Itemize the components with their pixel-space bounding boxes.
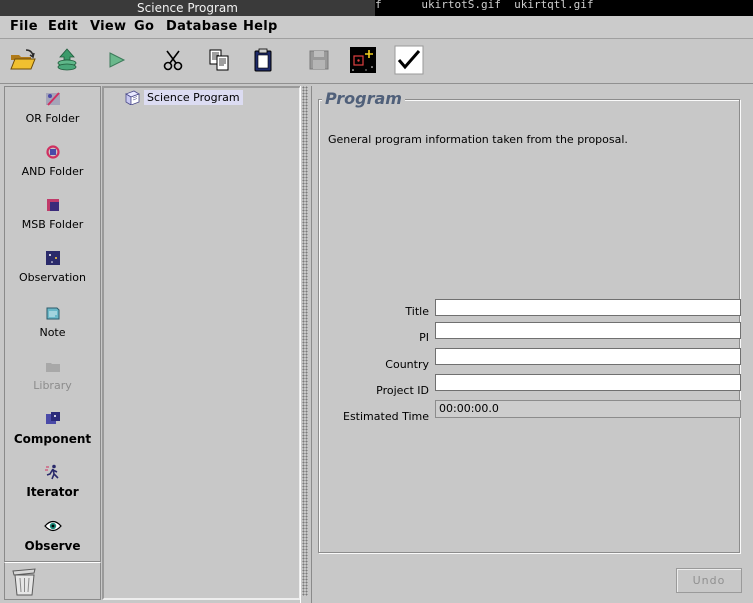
cut-button[interactable] [158,45,188,75]
arrow-right-icon [109,52,126,68]
estimated-time-value: 00:00:00.0 [435,400,741,418]
project-id-input[interactable] [436,375,740,390]
toolbar [0,39,753,84]
palette-msb-folder[interactable]: MSB Folder [5,196,100,231]
palette-label: Note [39,326,66,339]
country-label: Country [385,358,429,371]
title-field[interactable] [435,299,741,316]
palette-label: AND Folder [21,165,84,178]
science-program-icon [125,90,140,105]
title-label: Title [405,305,429,318]
save-disk-icon [309,50,329,70]
title-input[interactable] [436,300,740,315]
open-button[interactable] [8,45,38,75]
trash-can[interactable] [4,562,101,600]
palette-note[interactable]: Note [5,304,100,339]
palette-observe[interactable]: Observe [5,517,100,553]
estimated-time-label: Estimated Time [343,410,429,423]
country-field[interactable] [435,348,741,365]
paste-button[interactable] [248,45,278,75]
palette-library[interactable]: Library [5,357,100,392]
target-add-icon [350,47,376,73]
science-program-window: Science Program File Edit View Go Databa… [0,0,753,603]
save-button[interactable] [304,45,334,75]
menu-bar: File Edit View Go Database Help [0,16,753,39]
undo-button[interactable]: Undo [676,568,742,593]
menu-edit[interactable]: Edit [48,19,78,34]
palette-label: OR Folder [25,112,80,125]
splitter-grip[interactable] [302,86,308,596]
validate-button[interactable] [394,45,424,75]
project-id-label: Project ID [376,384,429,397]
add-target-button[interactable] [348,45,378,75]
component-icon [45,412,60,424]
window-title: Science Program [0,0,375,16]
palette-observation[interactable]: Observation [5,249,100,284]
menu-database[interactable]: Database [166,19,238,34]
program-tree[interactable]: Science Program [102,86,301,600]
palette-label: Component [13,432,92,446]
menu-help[interactable]: Help [243,19,278,34]
palette-label: Observe [24,539,81,553]
palette-label: MSB Folder [21,218,84,231]
eye-icon [43,520,62,532]
iterator-icon [44,464,59,480]
group-title: Program [322,90,405,108]
menu-go[interactable]: Go [134,19,154,34]
move-up-button[interactable] [52,45,82,75]
palette-iterator[interactable]: Iterator [5,463,100,499]
scissors-icon [163,50,183,71]
menu-file[interactable]: File [10,19,38,34]
copy-icon [209,49,229,71]
palette-component[interactable]: Component [5,410,100,446]
library-icon [45,363,60,372]
checkmark-icon [394,45,424,75]
palette-label: Observation [19,271,86,284]
paste-icon [254,48,272,72]
program-editor: Program General program information take… [312,86,753,603]
tree-node-label: Science Program [144,90,243,105]
or-folder-icon [45,92,60,106]
window-frame: File Edit View Go Database Help OR Folde… [0,16,753,603]
component-palette: OR Folder AND Folder MSB Folder Observat… [4,86,101,562]
and-folder-icon [45,145,60,159]
program-group: Program General program information take… [318,90,741,553]
project-id-field[interactable] [435,374,741,391]
palette-or-folder[interactable]: OR Folder [5,90,100,125]
msb-folder-icon [46,199,59,211]
country-input[interactable] [436,349,740,364]
copy-button[interactable] [204,45,234,75]
note-icon [46,307,59,320]
program-description: General program information taken from t… [328,133,628,146]
move-forward-button[interactable] [102,45,132,75]
pi-label: PI [419,331,429,344]
trash-icon [12,568,36,596]
open-folder-icon [10,49,36,70]
palette-label: Library [33,379,72,392]
observation-icon [45,251,60,265]
palette-label: Iterator [26,485,79,499]
stack-up-icon [57,48,77,71]
pi-field[interactable] [435,322,741,339]
menu-view[interactable]: View [90,19,126,34]
pi-input[interactable] [436,323,740,338]
palette-and-folder[interactable]: AND Folder [5,143,100,178]
